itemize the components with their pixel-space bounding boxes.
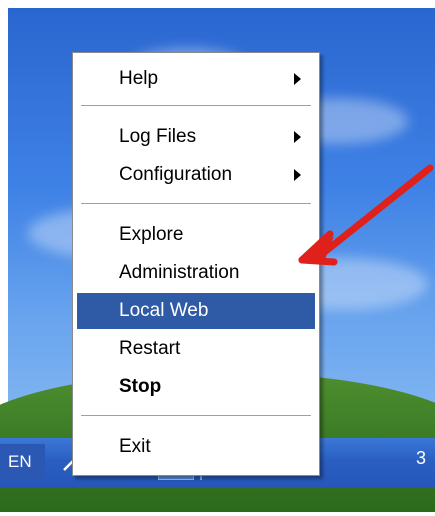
menu-item-label: Log Files bbox=[119, 126, 197, 147]
menu-item-label: Administration bbox=[119, 262, 240, 283]
language-label: EN bbox=[8, 452, 32, 471]
menu-item-label: Exit bbox=[119, 436, 151, 457]
menu-item-restart[interactable]: Restart bbox=[77, 331, 315, 367]
menu-item-label: Explore bbox=[119, 224, 184, 245]
menu-item-administration[interactable]: Administration bbox=[77, 255, 315, 291]
menu-item-stop[interactable]: Stop bbox=[77, 369, 315, 405]
menu-item-label: Restart bbox=[119, 338, 181, 359]
tray-context-menu: Help Log Files Configuration Explore Adm… bbox=[72, 52, 320, 476]
menu-item-label: Configuration bbox=[119, 164, 233, 185]
menu-item-label: Help bbox=[119, 68, 159, 89]
menu-separator bbox=[81, 415, 311, 416]
clock-fragment: 3 bbox=[416, 448, 427, 468]
screenshot: EN 3 Help Log Files Configuration Explor… bbox=[0, 0, 435, 516]
menu-item-help[interactable]: Help bbox=[77, 61, 315, 97]
menu-item-label: Local Web bbox=[119, 300, 209, 321]
menu-separator bbox=[81, 203, 311, 204]
red-annotation-arrow-icon bbox=[298, 164, 434, 266]
menu-item-label: Stop bbox=[119, 376, 162, 397]
submenu-arrow-icon bbox=[294, 131, 301, 143]
menu-item-log-files[interactable]: Log Files bbox=[77, 119, 315, 155]
menu-item-exit[interactable]: Exit bbox=[77, 429, 315, 465]
submenu-arrow-icon bbox=[294, 73, 301, 85]
menu-separator bbox=[81, 105, 311, 106]
menu-item-configuration[interactable]: Configuration bbox=[77, 157, 315, 193]
menu-item-local-web[interactable]: Local Web bbox=[77, 293, 315, 329]
language-indicator[interactable]: EN bbox=[0, 444, 45, 480]
menu-item-explore[interactable]: Explore bbox=[77, 217, 315, 253]
